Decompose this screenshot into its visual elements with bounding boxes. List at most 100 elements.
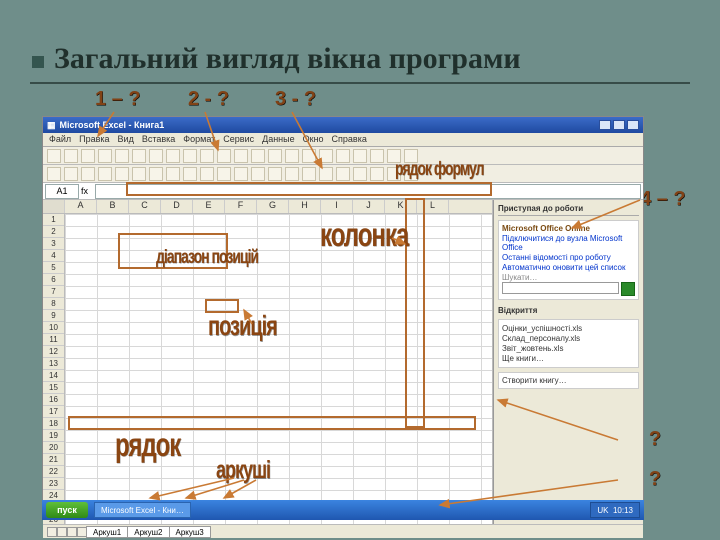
column-header[interactable]: C xyxy=(129,200,161,213)
toolbar-button[interactable] xyxy=(234,149,248,163)
fx-button[interactable]: fx xyxy=(81,186,95,196)
toolbar-button[interactable] xyxy=(64,167,78,181)
toolbar-button[interactable] xyxy=(319,149,333,163)
menu-item[interactable]: Справка xyxy=(332,134,367,145)
row-header[interactable]: 14 xyxy=(43,370,64,382)
column-header[interactable]: H xyxy=(289,200,321,213)
recent-file[interactable]: Оцінки_успішності.xls xyxy=(502,324,635,333)
tab-next-icon[interactable] xyxy=(67,527,77,537)
toolbar-button[interactable] xyxy=(64,149,78,163)
minimize-button[interactable] xyxy=(599,120,611,130)
row-header[interactable]: 10 xyxy=(43,322,64,334)
column-header[interactable]: D xyxy=(161,200,193,213)
row-header[interactable]: 22 xyxy=(43,466,64,478)
recent-file[interactable]: Ще книги… xyxy=(502,354,635,363)
menu-item[interactable]: Вид xyxy=(118,134,134,145)
toolbar-button[interactable] xyxy=(200,149,214,163)
toolbar-button[interactable] xyxy=(285,149,299,163)
row-header[interactable]: 12 xyxy=(43,346,64,358)
toolbar-button[interactable] xyxy=(285,167,299,181)
toolbar-button[interactable] xyxy=(370,149,384,163)
row-headers[interactable]: 1234567891011121314151617181920212223242… xyxy=(43,214,65,524)
system-tray[interactable]: UK 10:13 xyxy=(590,502,640,518)
toolbar-button[interactable] xyxy=(217,167,231,181)
row-header[interactable]: 13 xyxy=(43,358,64,370)
search-go-button[interactable] xyxy=(621,282,635,296)
toolbar-button[interactable] xyxy=(302,149,316,163)
column-header[interactable]: E xyxy=(193,200,225,213)
menu-item[interactable]: Правка xyxy=(79,134,109,145)
row-header[interactable]: 16 xyxy=(43,394,64,406)
maximize-button[interactable] xyxy=(613,120,625,130)
toolbar-button[interactable] xyxy=(200,167,214,181)
row-header[interactable]: 6 xyxy=(43,274,64,286)
row-header[interactable]: 23 xyxy=(43,478,64,490)
tab-first-icon[interactable] xyxy=(47,527,57,537)
toolbar-button[interactable] xyxy=(370,167,384,181)
menu-item[interactable]: Данные xyxy=(262,134,295,145)
toolbar-button[interactable] xyxy=(98,149,112,163)
tab-prev-icon[interactable] xyxy=(57,527,67,537)
toolbar-button[interactable] xyxy=(268,149,282,163)
toolbar-button[interactable] xyxy=(336,149,350,163)
toolbar-button[interactable] xyxy=(183,149,197,163)
toolbar-button[interactable] xyxy=(217,149,231,163)
toolbar-button[interactable] xyxy=(132,149,146,163)
toolbar-button[interactable] xyxy=(98,167,112,181)
column-header[interactable]: G xyxy=(257,200,289,213)
toolbar-button[interactable] xyxy=(115,149,129,163)
start-button[interactable]: пуск xyxy=(46,502,88,518)
menu-bar[interactable]: ФайлПравкаВидВставкаФорматСервисДанныеОк… xyxy=(43,133,643,147)
row-header[interactable]: 15 xyxy=(43,382,64,394)
toolbar-button[interactable] xyxy=(251,167,265,181)
column-header[interactable]: B xyxy=(97,200,129,213)
sheet-tab[interactable]: Аркуш3 xyxy=(169,526,211,538)
row-header[interactable]: 19 xyxy=(43,430,64,442)
sheet-tab[interactable]: Аркуш1 xyxy=(86,526,128,538)
search-input[interactable] xyxy=(502,282,619,294)
taskpane-link[interactable]: Підключитися до вузла Microsoft Office xyxy=(502,234,635,252)
row-header[interactable]: 21 xyxy=(43,454,64,466)
toolbar-button[interactable] xyxy=(47,149,61,163)
row-header[interactable]: 1 xyxy=(43,214,64,226)
column-header[interactable]: I xyxy=(321,200,353,213)
column-header[interactable] xyxy=(43,200,65,213)
toolbar-button[interactable] xyxy=(166,167,180,181)
new-workbook-link[interactable]: Створити книгу… xyxy=(498,372,639,389)
sheet-tab[interactable]: Аркуш2 xyxy=(127,526,169,538)
toolbar-button[interactable] xyxy=(47,167,61,181)
taskpane-link[interactable]: Останні відомості про роботу xyxy=(502,253,635,262)
column-header[interactable]: J xyxy=(353,200,385,213)
row-header[interactable]: 7 xyxy=(43,286,64,298)
column-header[interactable]: A xyxy=(65,200,97,213)
taskbar-app[interactable]: Microsoft Excel - Кни… xyxy=(94,502,191,518)
toolbar-button[interactable] xyxy=(234,167,248,181)
menu-item[interactable]: Формат xyxy=(183,134,215,145)
menu-item[interactable]: Сервис xyxy=(223,134,254,145)
toolbar-button[interactable] xyxy=(302,167,316,181)
sheet-tab-strip[interactable]: Аркуш1 Аркуш2 Аркуш3 xyxy=(43,524,643,538)
toolbar-button[interactable] xyxy=(251,149,265,163)
toolbar-button[interactable] xyxy=(149,167,163,181)
toolbar-button[interactable] xyxy=(183,167,197,181)
toolbar-standard[interactable] xyxy=(43,147,643,165)
column-header[interactable]: F xyxy=(225,200,257,213)
toolbar-button[interactable] xyxy=(149,149,163,163)
row-header[interactable]: 4 xyxy=(43,250,64,262)
toolbar-button[interactable] xyxy=(268,167,282,181)
toolbar-button[interactable] xyxy=(81,167,95,181)
name-box[interactable]: A1 xyxy=(45,184,79,199)
toolbar-button[interactable] xyxy=(115,167,129,181)
row-header[interactable]: 8 xyxy=(43,298,64,310)
toolbar-button[interactable] xyxy=(132,167,146,181)
recent-file[interactable]: Склад_персоналу.xls xyxy=(502,334,635,343)
toolbar-button[interactable] xyxy=(353,149,367,163)
toolbar-button[interactable] xyxy=(81,149,95,163)
row-header[interactable]: 11 xyxy=(43,334,64,346)
close-button[interactable] xyxy=(627,120,639,130)
recent-file[interactable]: Звіт_жовтень.xls xyxy=(502,344,635,353)
toolbar-button[interactable] xyxy=(353,167,367,181)
toolbar-button[interactable] xyxy=(319,167,333,181)
menu-item[interactable]: Окно xyxy=(303,134,324,145)
row-header[interactable]: 5 xyxy=(43,262,64,274)
